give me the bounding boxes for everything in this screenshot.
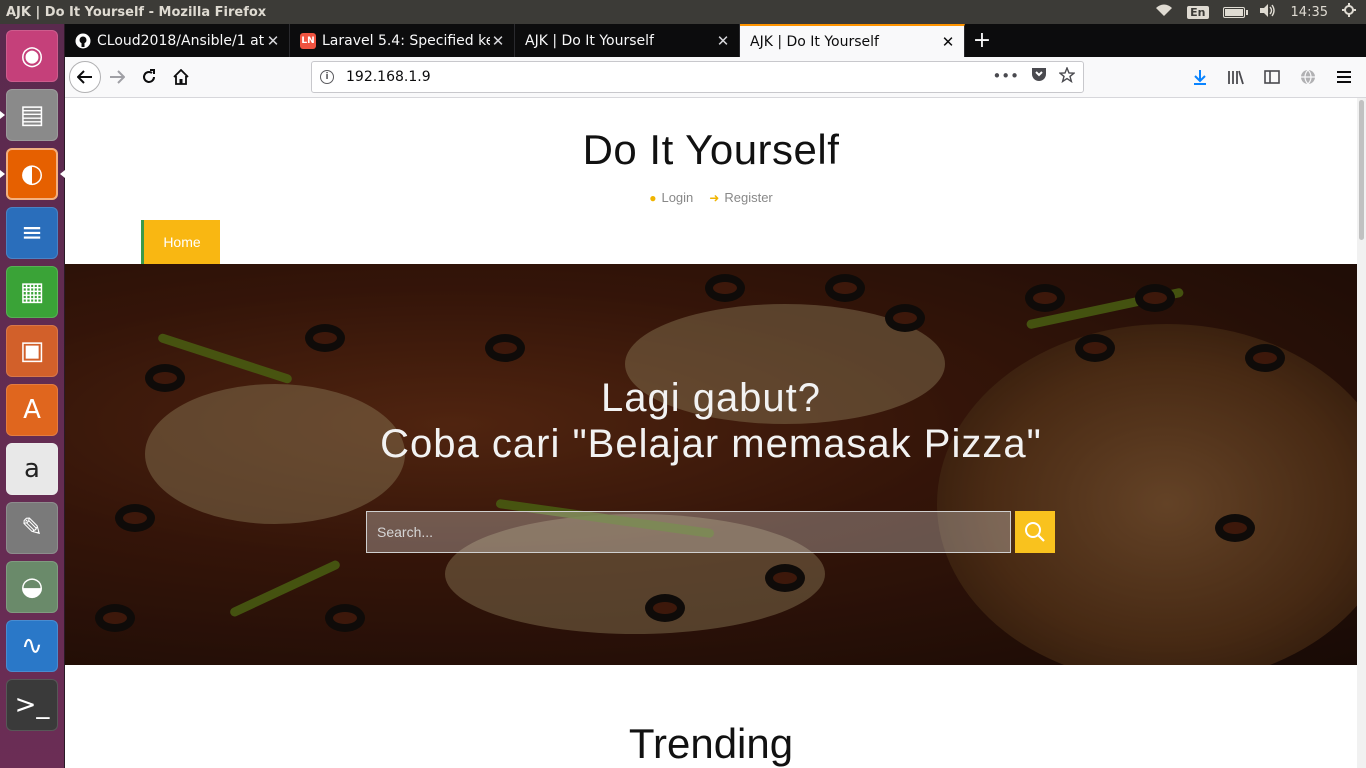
tab-github[interactable]: CLoud2018/Ansible/1 at ✕ bbox=[65, 24, 290, 57]
impress-icon: ▣ bbox=[19, 336, 45, 366]
window-title: AJK | Do It Yourself - Mozilla Firefox bbox=[6, 4, 267, 20]
launcher-files[interactable]: ▤ bbox=[6, 89, 58, 141]
keyboard-layout-indicator[interactable]: En bbox=[1187, 5, 1209, 19]
os-top-panel: AJK | Do It Yourself - Mozilla Firefox E… bbox=[0, 0, 1366, 24]
toolbar-right bbox=[1184, 61, 1360, 93]
tab-ajk-1[interactable]: AJK | Do It Yourself ✕ bbox=[515, 24, 740, 57]
running-indicator bbox=[0, 170, 5, 178]
new-tab-button[interactable]: + bbox=[965, 24, 999, 57]
launcher-system-settings[interactable]: ✎ bbox=[6, 502, 58, 554]
tab-label: Laravel 5.4: Specified ke bbox=[322, 32, 490, 49]
firefox-icon: ◐ bbox=[20, 159, 44, 189]
hero-banner: Lagi gabut? Coba cari "Belajar memasak P… bbox=[65, 264, 1357, 665]
login-link[interactable]: ● Login bbox=[649, 190, 693, 205]
monitor-graph-icon: ∿ bbox=[21, 631, 43, 661]
navigation-toolbar: i 192.168.1.9 ••• bbox=[65, 57, 1366, 98]
app-launcher: ◉ ▤ ◐ ≡ ▦ ▣ Aa ✎ ◒ ∿ >_ bbox=[0, 24, 65, 768]
launcher-system-monitor[interactable]: ∿ bbox=[6, 620, 58, 672]
tab-laravel[interactable]: LN Laravel 5.4: Specified ke ✕ bbox=[290, 24, 515, 57]
login-label: Login bbox=[661, 190, 694, 205]
pocket-icon[interactable] bbox=[1031, 67, 1047, 87]
close-tab-icon[interactable]: ✕ bbox=[490, 32, 506, 50]
close-tab-icon[interactable]: ✕ bbox=[715, 32, 731, 50]
page-scrollbar[interactable] bbox=[1357, 98, 1366, 768]
tab-label: CLoud2018/Ansible/1 at bbox=[97, 32, 265, 49]
github-icon bbox=[75, 33, 91, 49]
running-indicator bbox=[0, 111, 5, 119]
launcher-firefox[interactable]: ◐ bbox=[6, 148, 58, 200]
battery-icon[interactable] bbox=[1222, 6, 1248, 18]
menu-hamburger-icon[interactable] bbox=[1328, 61, 1360, 93]
forward-button[interactable] bbox=[101, 61, 133, 93]
tab-label: AJK | Do It Yourself bbox=[525, 32, 654, 49]
arrow-right-icon: ➜ bbox=[709, 191, 720, 205]
clock[interactable]: 14:35 bbox=[1291, 5, 1328, 20]
volume-icon[interactable] bbox=[1259, 3, 1277, 21]
launcher-libreoffice-writer[interactable]: ≡ bbox=[6, 207, 58, 259]
battery-level bbox=[1224, 8, 1243, 16]
web-page: Do It Yourself ● Login ➜ Register Home Lag… bbox=[65, 98, 1357, 768]
tab-strip: CLoud2018/Ansible/1 at ✕ LN Laravel 5.4:… bbox=[65, 24, 1366, 57]
launcher-libreoffice-calc[interactable]: ▦ bbox=[6, 266, 58, 318]
close-tab-icon[interactable]: ✕ bbox=[940, 33, 956, 51]
writer-icon: ≡ bbox=[21, 218, 43, 248]
launcher-ubuntu-dash[interactable]: ◉ bbox=[6, 30, 58, 82]
sidebar-icon[interactable] bbox=[1256, 61, 1288, 93]
search-icon bbox=[1025, 522, 1045, 542]
close-tab-icon[interactable]: ✕ bbox=[265, 32, 281, 50]
amazon-icon: a bbox=[24, 454, 40, 484]
settings-wrench-icon: ✎ bbox=[21, 513, 43, 543]
file-cabinet-icon: ▤ bbox=[19, 100, 45, 130]
auth-links: ● Login ➜ Register bbox=[65, 190, 1357, 205]
nav-home[interactable]: Home bbox=[141, 220, 220, 264]
site-title[interactable]: Do It Yourself bbox=[65, 126, 1357, 174]
globe-icon[interactable] bbox=[1292, 61, 1324, 93]
register-label: Register bbox=[724, 190, 773, 205]
download-icon[interactable] bbox=[1184, 61, 1216, 93]
site-info-icon[interactable]: i bbox=[320, 70, 334, 84]
disk-icon: ◒ bbox=[20, 572, 44, 602]
library-icon[interactable] bbox=[1220, 61, 1252, 93]
register-link[interactable]: ➜ Register bbox=[709, 190, 772, 205]
hero-headline: Lagi gabut? bbox=[600, 376, 822, 420]
terminal-icon: >_ bbox=[14, 690, 50, 720]
home-button[interactable] bbox=[165, 61, 197, 93]
launcher-libreoffice-impress[interactable]: ▣ bbox=[6, 325, 58, 377]
wifi-icon[interactable] bbox=[1155, 4, 1173, 21]
software-bag-icon: A bbox=[23, 395, 41, 425]
url-bar[interactable]: i 192.168.1.9 ••• bbox=[311, 61, 1084, 93]
ubuntu-logo-icon: ◉ bbox=[20, 41, 44, 71]
launcher-ubuntu-software[interactable]: A bbox=[6, 384, 58, 436]
laravel-news-icon: LN bbox=[300, 32, 316, 49]
search-button[interactable] bbox=[1015, 511, 1055, 553]
search-input[interactable] bbox=[366, 511, 1011, 553]
reload-button[interactable] bbox=[133, 61, 165, 93]
page-actions-icon[interactable]: ••• bbox=[992, 67, 1019, 87]
tab-ajk-active[interactable]: AJK | Do It Yourself ✕ bbox=[740, 24, 965, 57]
trending-heading: Trending bbox=[628, 720, 794, 767]
launcher-terminal[interactable]: >_ bbox=[6, 679, 58, 731]
hero-subheadline: Coba cari "Belajar memasak Pizza" bbox=[380, 422, 1042, 466]
launcher-amazon[interactable]: a bbox=[6, 443, 58, 495]
calc-icon: ▦ bbox=[19, 277, 45, 307]
launcher-disk-usage[interactable]: ◒ bbox=[6, 561, 58, 613]
nav-home-label: Home bbox=[163, 234, 201, 250]
gear-icon[interactable] bbox=[1342, 3, 1356, 21]
back-button[interactable] bbox=[69, 61, 101, 93]
user-icon: ● bbox=[649, 191, 657, 205]
bookmark-star-icon[interactable] bbox=[1058, 66, 1076, 87]
tab-label: AJK | Do It Yourself bbox=[750, 33, 879, 50]
scrollbar-thumb[interactable] bbox=[1359, 100, 1364, 240]
url-text[interactable]: 192.168.1.9 bbox=[346, 69, 431, 85]
url-bar-actions: ••• bbox=[992, 66, 1076, 87]
system-indicators: En 14:35 bbox=[1155, 3, 1366, 21]
